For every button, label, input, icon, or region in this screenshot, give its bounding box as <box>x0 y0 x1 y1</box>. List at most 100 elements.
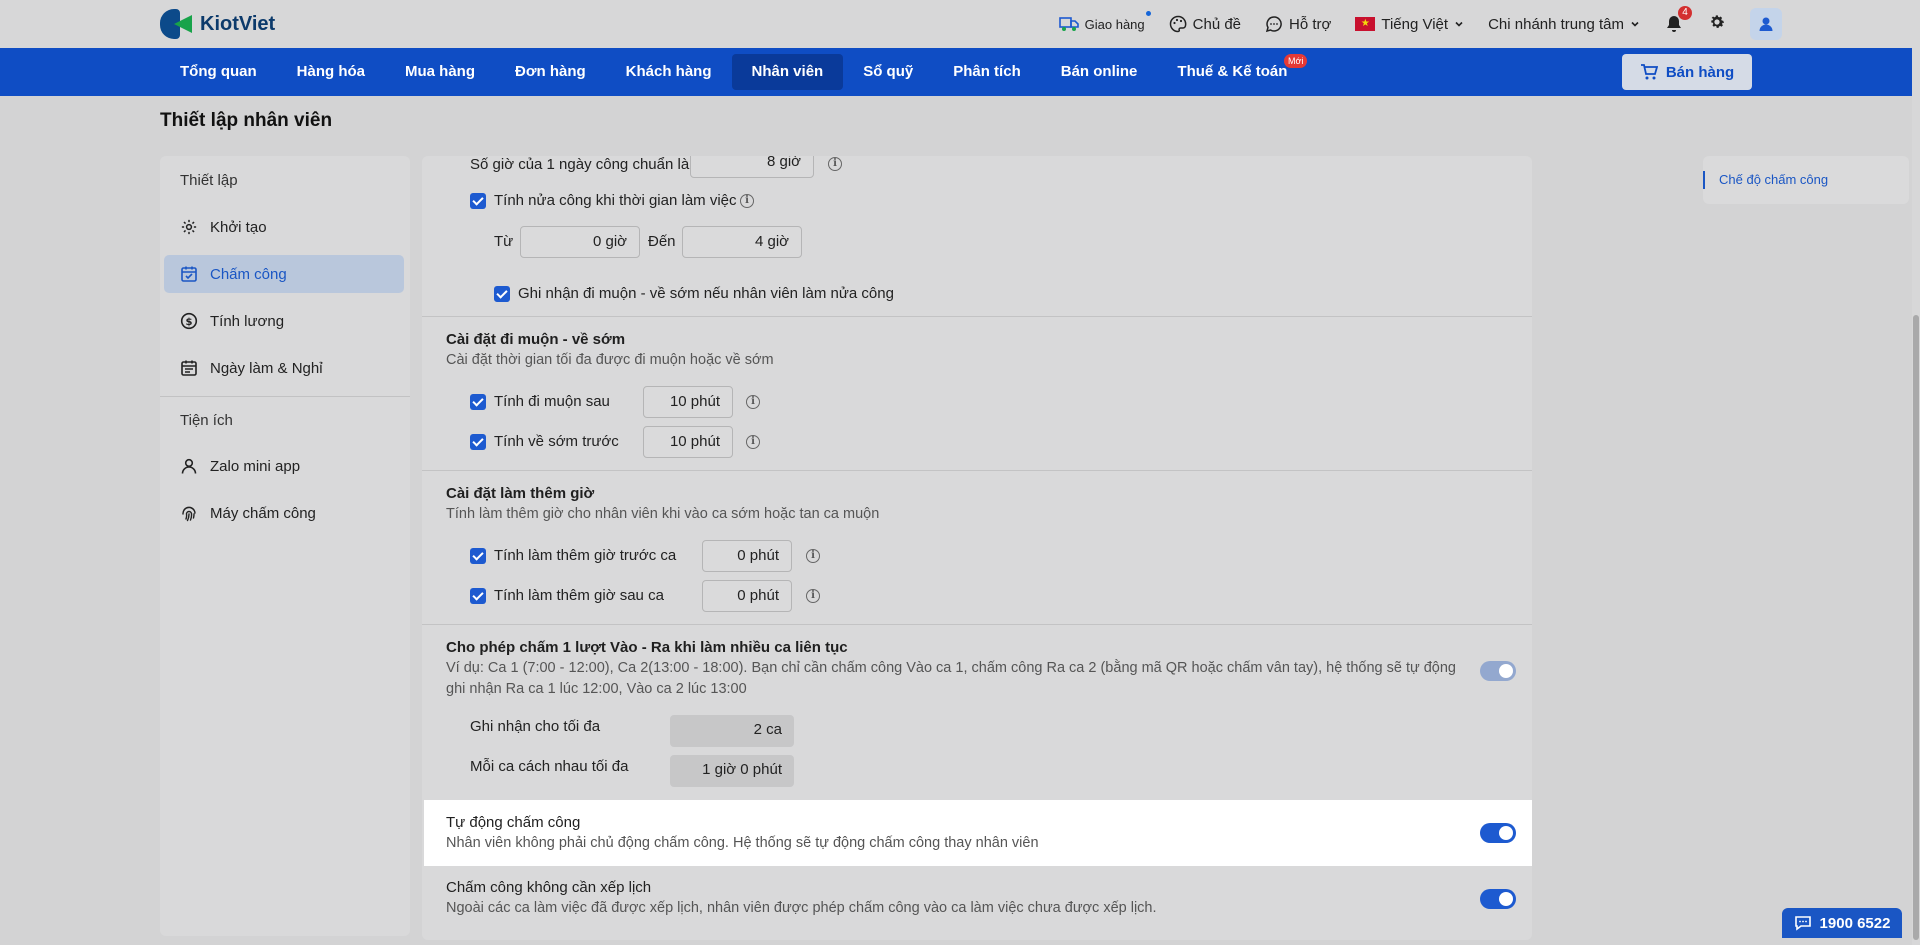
half-day-label: Tính nửa công khi thời gian làm việc <box>494 192 737 209</box>
fingerprint-icon <box>182 506 196 522</box>
sidebar-item-workdays-label: Ngày làm & Nghỉ <box>210 359 323 377</box>
anchor-link-attendance-mode[interactable]: Chế độ chấm công <box>1719 172 1828 187</box>
calendar-check-icon <box>181 266 197 282</box>
chevron-down-icon <box>1455 21 1463 27</box>
delivery-link[interactable]: Giao hàng <box>1058 11 1151 33</box>
auto-attendance-row <box>424 800 1532 866</box>
sidebar-item-zalo-mini-app[interactable]: Zalo mini app <box>164 447 404 485</box>
sidebar-item-workdays-leave[interactable]: Ngày làm & Nghỉ <box>164 349 404 387</box>
section-divider <box>422 624 1532 625</box>
sidebar-item-attendance[interactable]: Chấm công <box>164 255 404 293</box>
vietnam-flag-icon: ★ <box>1355 17 1376 31</box>
nav-item-online-sales[interactable]: Bán online <box>1041 54 1158 90</box>
delivery-label: Giao hàng <box>1084 16 1145 32</box>
nav-item-employees[interactable]: Nhân viên <box>731 54 844 90</box>
record-late-half-day-checkbox[interactable] <box>494 286 510 302</box>
top-actions: Giao hàng Chủ đề Hỗ trợ ★ Tiếng Việt Chi… <box>1058 0 1782 48</box>
nav-item-analytics[interactable]: Phân tích <box>933 54 1041 90</box>
sidebar-item-attendance-label: Chấm công <box>210 265 287 283</box>
dollar-circle-icon: $ <box>180 312 198 330</box>
anchor-navigation: Chế độ chấm công <box>1703 156 1909 204</box>
nav-items: Tổng quan Hàng hóa Mua hàng Đơn hàng Khá… <box>160 48 1308 96</box>
palette-icon <box>1169 15 1187 33</box>
hotline-number: 1900 6522 <box>1819 914 1891 932</box>
notification-count-badge: 4 <box>1678 6 1692 20</box>
early-before-checkbox[interactable] <box>470 434 486 450</box>
gear-icon <box>181 219 197 235</box>
no-schedule-toggle[interactable] <box>1480 889 1516 909</box>
auto-attendance-title: Tự động chấm công <box>446 814 581 831</box>
multi-shift-gap-label: Mỗi ca cách nhau tối đa <box>470 758 629 775</box>
page-scrollbar[interactable] <box>1912 0 1920 945</box>
info-icon[interactable]: i <box>740 194 754 208</box>
half-day-checkbox[interactable] <box>470 193 486 209</box>
avatar[interactable] <box>1750 8 1782 40</box>
info-icon[interactable]: i <box>746 435 760 449</box>
record-late-half-day-label: Ghi nhận đi muộn - về sớm nếu nhân viên … <box>518 285 894 302</box>
overtime-before-checkbox[interactable] <box>470 548 486 564</box>
info-icon[interactable]: i <box>806 589 820 603</box>
half-day-from-label: Từ <box>494 233 514 250</box>
branch-select[interactable]: Chi nhánh trung tâm <box>1488 16 1640 33</box>
sidebar-item-time-clock[interactable]: Máy chấm công <box>164 494 404 532</box>
nav-item-overview[interactable]: Tổng quan <box>160 54 277 90</box>
main-navigation: Tổng quan Hàng hóa Mua hàng Đơn hàng Khá… <box>0 48 1912 96</box>
support-link[interactable]: Hỗ trợ <box>1265 15 1331 33</box>
nav-item-products[interactable]: Hàng hóa <box>277 54 385 90</box>
scrollbar-thumb[interactable] <box>1913 315 1919 940</box>
notification-button[interactable]: 4 <box>1664 6 1692 34</box>
logo[interactable]: KiotViet <box>160 8 275 40</box>
nav-item-tax-label: Thuế & Kế toán <box>1177 63 1288 80</box>
settings-button[interactable] <box>1708 13 1726 35</box>
sell-button[interactable]: Bán hàng <box>1622 54 1752 90</box>
support-label: Hỗ trợ <box>1289 15 1332 33</box>
nav-item-customers[interactable]: Khách hàng <box>606 54 732 90</box>
auto-attendance-toggle[interactable] <box>1480 823 1516 843</box>
theme-link[interactable]: Chủ đề <box>1169 15 1241 33</box>
late-after-input[interactable]: 10 phút <box>643 386 733 418</box>
early-before-input[interactable]: 10 phút <box>643 426 733 458</box>
info-icon[interactable]: i <box>828 157 842 171</box>
new-badge: Mới <box>1284 54 1308 68</box>
sidebar-item-setup[interactable]: Khởi tạo <box>164 208 404 246</box>
sidebar-item-zalo-label: Zalo mini app <box>210 457 301 475</box>
info-icon[interactable]: i <box>806 549 820 563</box>
multi-shift-max-input[interactable]: 2 ca <box>670 715 794 747</box>
multi-shift-max-label: Ghi nhận cho tối đa <box>470 718 601 735</box>
chat-phone-icon <box>1794 916 1811 931</box>
standard-day-hours-input[interactable]: 8 giờ <box>690 156 814 178</box>
language-select[interactable]: ★ Tiếng Việt <box>1355 16 1464 33</box>
half-day-from-input[interactable]: 0 giờ <box>520 226 640 258</box>
late-after-label: Tính đi muộn sau <box>494 393 610 410</box>
top-bar: KiotViet Giao hàng Chủ đề Hỗ trợ ★ Tiếng… <box>0 0 1912 48</box>
nav-item-tax-accounting[interactable]: Thuế & Kế toán Mới <box>1157 54 1308 90</box>
multi-shift-gap-input[interactable]: 1 giờ 0 phút <box>670 755 794 787</box>
late-early-title: Cài đặt đi muộn - về sớm <box>446 331 626 348</box>
nav-item-orders[interactable]: Đơn hàng <box>495 54 606 90</box>
no-schedule-title: Chấm công không cần xếp lịch <box>446 879 652 896</box>
overtime-before-label: Tính làm thêm giờ trước ca <box>494 547 677 564</box>
overtime-title: Cài đặt làm thêm giờ <box>446 485 595 502</box>
overtime-before-input[interactable]: 0 phút <box>702 540 792 572</box>
anchor-active-indicator <box>1703 171 1705 189</box>
sidebar-group-settings: Thiết lập <box>180 172 238 189</box>
multi-shift-toggle[interactable] <box>1480 661 1516 681</box>
early-before-label: Tính về sớm trước <box>494 433 619 450</box>
multi-shift-description-line1: Ví dụ: Ca 1 (7:00 - 12:00), Ca 2(13:00 -… <box>446 660 1456 676</box>
nav-item-cashbook[interactable]: Sổ quỹ <box>843 54 933 90</box>
late-after-checkbox[interactable] <box>470 394 486 410</box>
person-icon <box>181 458 197 474</box>
hotline-button[interactable]: 1900 6522 <box>1782 908 1902 938</box>
nav-item-purchasing[interactable]: Mua hàng <box>385 54 495 90</box>
sidebar-item-setup-label: Khởi tạo <box>210 218 267 236</box>
half-day-to-input[interactable]: 4 giờ <box>682 226 802 258</box>
multi-shift-title: Cho phép chấm 1 lượt Vào - Ra khi làm nh… <box>446 639 848 656</box>
settings-sidebar: Thiết lập Khởi tạo Chấm công $ Tính lươn… <box>160 156 410 936</box>
overtime-after-input[interactable]: 0 phút <box>702 580 792 612</box>
half-day-to-label: Đến <box>648 233 676 250</box>
page-title: Thiết lập nhân viên <box>160 110 333 131</box>
cart-icon <box>1640 64 1658 80</box>
overtime-after-checkbox[interactable] <box>470 588 486 604</box>
sidebar-item-payroll[interactable]: $ Tính lương <box>164 302 404 340</box>
info-icon[interactable]: i <box>746 395 760 409</box>
